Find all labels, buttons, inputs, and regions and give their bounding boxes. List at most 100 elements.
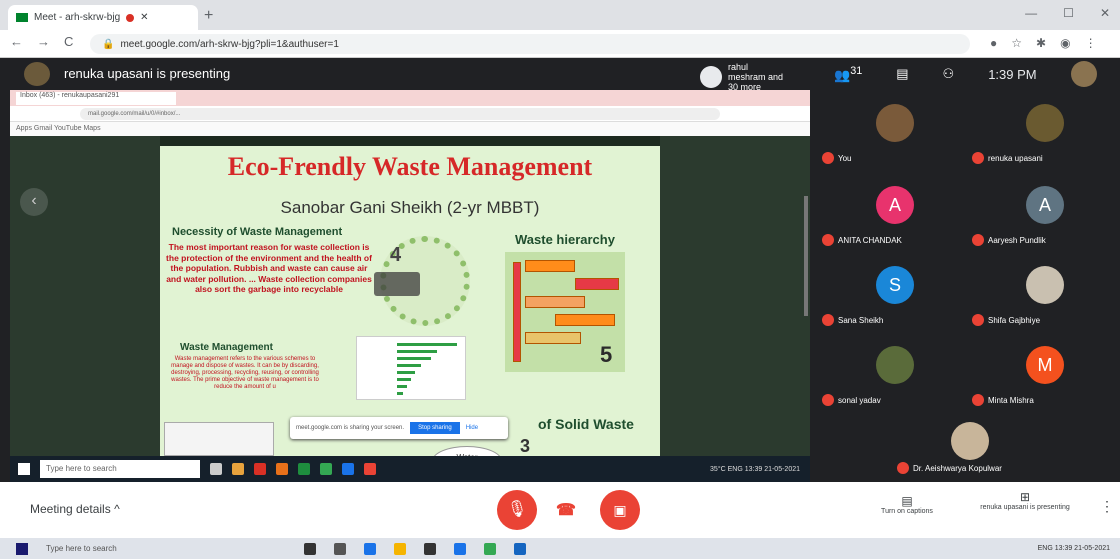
powerpoint-icon [276,463,288,475]
chrome-icon[interactable] [484,542,496,555]
extensions-area: ● ☆ ✱ ◉ ⋮ [990,36,1097,50]
store-icon[interactable] [424,542,436,555]
camera-off-icon: ▣ [613,502,627,518]
browser-tab-meet[interactable]: Meet - arh-skrw-bjg ✕ [8,5,198,30]
slide-sketch-image [164,422,274,456]
reload-button[interactable]: C [64,34,73,49]
share-notice-text: meet.google.com is sharing your screen. [296,425,405,431]
muted-mic-icon [972,152,984,164]
mini-chart-bar [397,378,411,381]
slide-number-3: 3 [520,436,531,456]
shared-taskbar: Type here to search 35°C ENG 13:39 21-05… [10,456,810,482]
participant-tile[interactable]: M Minta Mishra [970,338,1120,410]
close-window-button[interactable]: ✕ [1100,6,1110,20]
participant-tile[interactable]: A ANITA CHANDAK [820,178,970,250]
participant-tile[interactable]: renuka upasani [970,96,1120,168]
windows-start-icon [18,463,30,475]
taskbar-search[interactable]: Type here to search [46,544,286,553]
participant-avatar [951,422,989,460]
mic-off-button[interactable]: 🎙 [497,490,537,530]
meeting-details-button[interactable]: Meeting details ^ [30,502,120,516]
minimize-button[interactable]: — [1025,6,1037,20]
participant-name: You [822,152,852,164]
mic-off-icon: 🎙 [506,501,528,518]
present-screen-icon: ⊞ [1019,490,1031,504]
owner-avatar [700,66,722,88]
url-field[interactable]: 🔒 meet.google.com/arh-skrw-bjg?pli=1&aut… [90,34,970,54]
windows-taskbar: Type here to search ENG 13:39 21-05-2021 [0,538,1120,559]
participant-tile[interactable]: sonal yadav [820,338,970,410]
star-icon[interactable]: ☆ [1011,36,1022,50]
file-explorer-icon[interactable] [394,542,406,555]
slide-author: Sanobar Gani Sheikh (2-yr MBBT) [280,198,540,217]
meet-top-right-bar: 👥31 ▤ ⚇ 1:39 PM [810,58,1120,90]
edge-icon [342,463,354,475]
hierarchy-box [555,314,615,326]
muted-mic-icon [822,234,834,246]
participant-tile[interactable]: A Aaryesh Pundlik [970,178,1120,250]
self-view-avatar[interactable] [1070,61,1097,87]
participant-name: renuka upasani [972,152,1043,164]
participant-avatar: S [876,266,914,304]
app-icon[interactable] [514,542,526,555]
captions-icon: ▤ [901,494,913,508]
window-controls: — ☐ ✕ [1025,6,1110,20]
meeting-details-label: Meeting details [30,502,111,516]
participant-tile[interactable]: Shifa Gajbhiye [970,258,1120,330]
mini-chart-bar [397,364,421,367]
screen-share-notice: meet.google.com is sharing your screen. … [290,417,508,439]
puzzle-icon[interactable]: ✱ [1036,36,1046,50]
task-view-icon[interactable] [334,542,346,555]
mini-chart-bar [397,385,407,388]
edge-icon[interactable] [364,542,376,555]
windows-start-icon[interactable] [16,542,28,555]
video-overlay-control[interactable] [374,272,420,296]
mini-chart-bar [397,343,457,346]
hierarchy-heading: Waste hierarchy [515,232,615,247]
chevron-up-icon: ^ [114,502,120,516]
muted-mic-icon [972,234,984,246]
excel-icon [298,463,310,475]
activities-icon[interactable]: ⚇ [943,66,955,82]
hierarchy-box [525,260,575,272]
presentation-slide: Eco-Frendly Waste Management Sanobar Gan… [160,146,660,456]
profile-icon[interactable]: ◉ [1060,36,1070,50]
slide-mini-chart [356,336,466,400]
new-tab-button[interactable]: + [204,7,213,25]
people-icon: 👥 [834,67,851,83]
presenting-button[interactable]: ⊞ renuka upasani is presenting [980,490,1070,511]
forward-button[interactable]: → [37,34,50,49]
necessity-text: The most important reason for waste coll… [166,242,372,294]
participant-tile[interactable]: Dr. Aeishwarya Kopulwar [895,414,1045,478]
participant-name-label: Sana Sheikh [838,315,884,325]
shared-scrollbar [804,196,808,316]
camera-off-button[interactable]: ▣ [600,490,640,530]
participant-tile[interactable]: S Sana Sheikh [820,258,970,330]
participant-name-label: Minta Mishra [988,395,1034,405]
system-tray: ENG 13:39 21-05-2021 [1037,545,1110,552]
stop-sharing-button[interactable]: Stop sharing [410,422,460,434]
clock: 1:39 PM [988,66,1037,82]
shared-right-panel [660,136,810,456]
chat-icon[interactable]: ▤ [896,66,908,82]
people-button[interactable]: 👥31 [834,65,862,83]
participant-tile[interactable]: You [820,96,970,168]
shared-left-panel [10,136,160,456]
cortana-icon[interactable] [304,542,316,555]
waste-mgmt-heading: Waste Management [180,342,273,353]
menu-icon[interactable]: ⋮ [1085,36,1097,50]
app-icon [364,463,376,475]
back-button[interactable]: ← [10,34,23,49]
hierarchy-box [525,332,581,344]
participant-name-label: ANITA CHANDAK [838,235,902,245]
participant-avatar [1026,104,1064,142]
hide-button[interactable]: Hide [466,425,478,431]
mail-icon[interactable] [454,542,466,555]
record-icon[interactable]: ● [990,36,997,50]
captions-button[interactable]: ▤ Turn on captions [872,494,942,515]
participant-name: Minta Mishra [972,394,1034,406]
leave-call-button[interactable]: ☎ [551,496,581,526]
tab-close-icon[interactable]: ✕ [140,12,148,23]
more-options-button[interactable]: ⋮ [1100,498,1114,515]
maximize-button[interactable]: ☐ [1063,6,1074,20]
